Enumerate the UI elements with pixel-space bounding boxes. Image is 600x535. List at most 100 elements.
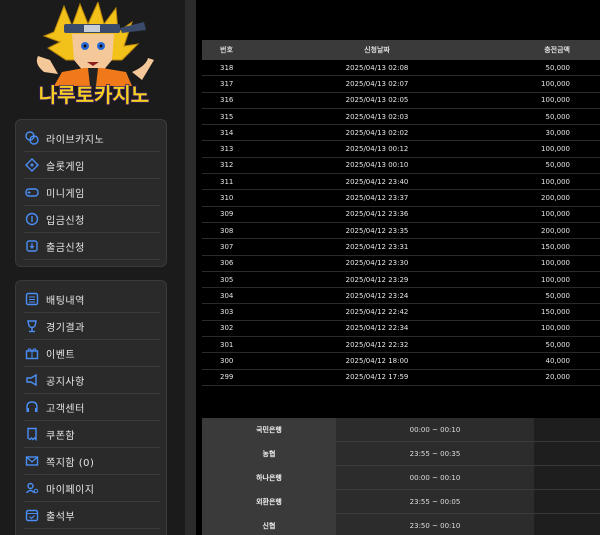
menu-item-list[interactable]: 배팅내역 <box>24 286 160 313</box>
cell-date: 2025/04/12 23:40 <box>345 177 409 186</box>
cell-amount: 30,000 <box>545 128 571 137</box>
cell-number: 317 <box>220 79 234 88</box>
table-row: 306 2025/04/12 23:30 100,000 <box>202 256 600 272</box>
bank-maintenance-time: 23:55 ~ 00:35 <box>336 442 534 465</box>
table-row: 303 2025/04/12 22:42 150,000 <box>202 304 600 321</box>
cell-amount: 50,000 <box>545 112 571 121</box>
gamepad-icon <box>24 184 40 200</box>
bank-name: 농협 <box>202 442 336 465</box>
cell-number: 303 <box>220 308 234 317</box>
menu-item-trophy[interactable]: 경기결과 <box>24 313 160 340</box>
table-row: 318 2025/04/13 02:08 50,000 <box>202 60 600 77</box>
menu-item-label: 이벤트 <box>46 349 76 361</box>
cell-date: 2025/04/13 02:03 <box>345 112 409 121</box>
menu-item-label: 입금신청 <box>46 215 85 227</box>
cell-number: 309 <box>220 210 234 219</box>
megaphone-icon <box>24 372 40 388</box>
table-row: 299 2025/04/12 17:59 20,000 <box>202 370 600 386</box>
cell-amount: 150,000 <box>541 242 570 251</box>
cell-number: 315 <box>220 112 234 121</box>
table-body: 318 2025/04/13 02:08 50,000 317 2025/04/13 0… <box>202 60 600 386</box>
cell-date: 2025/04/13 00:12 <box>345 145 409 154</box>
cell-amount: 100,000 <box>541 177 570 186</box>
table-row: 309 2025/04/12 23:36 100,000 <box>202 207 600 223</box>
table-row: 300 2025/04/12 18:00 40,000 <box>202 353 600 370</box>
cell-date: 2025/04/12 23:30 <box>345 259 409 268</box>
mail-icon <box>24 453 40 469</box>
table-row: 316 2025/04/13 02:05 100,000 <box>202 93 600 109</box>
cell-number: 318 <box>220 63 234 72</box>
cell-date: 2025/04/13 02:02 <box>345 128 409 137</box>
slot-icon <box>24 157 40 173</box>
menu-item-mail[interactable]: 쪽지함 (0) <box>24 448 160 475</box>
cell-date: 2025/04/12 23:31 <box>345 242 409 251</box>
menu-item-casino-chip[interactable]: 라이브카지노 <box>24 125 160 152</box>
cell-date: 2025/04/13 00:10 <box>345 161 409 170</box>
coupon-icon <box>24 426 40 442</box>
withdraw-icon <box>24 238 40 254</box>
cell-amount: 150,000 <box>541 308 570 317</box>
cell-number: 301 <box>220 340 234 349</box>
deposit-history-table: 번호 신청날짜 충전금액 318 2025/04/13 02:08 50,000 31… <box>202 40 600 386</box>
cell-number: 313 <box>220 145 234 154</box>
bank-row: 국민은행 00:00 ~ 00:10 <box>202 418 600 442</box>
menu-item-headset[interactable]: 고객센터 <box>24 394 160 421</box>
cell-amount: 50,000 <box>545 340 571 349</box>
bank-extra-cell <box>534 418 600 441</box>
cell-number: 311 <box>220 177 234 186</box>
bank-maintenance-table: 국민은행 00:00 ~ 00:10 농협 23:55 ~ 00:35 하나은행 00:0… <box>202 418 600 535</box>
menu-item-calendar[interactable]: 출석부 <box>24 502 160 529</box>
bank-name: 신협 <box>202 514 336 535</box>
cell-amount: 100,000 <box>541 145 570 154</box>
cell-amount: 100,000 <box>541 259 570 268</box>
cell-number: 316 <box>220 96 234 105</box>
menu-item-label: 쿠폰함 <box>46 430 76 442</box>
menu-item-deposit[interactable]: 입금신청 <box>24 206 160 233</box>
menu-item-label: 슬롯게임 <box>46 161 85 173</box>
bank-maintenance-time: 23:55 ~ 00:05 <box>336 490 534 513</box>
cell-number: 299 <box>220 373 234 382</box>
menu-item-megaphone[interactable]: 공지사항 <box>24 367 160 394</box>
site-logo[interactable]: 나루토카지노 <box>14 0 174 110</box>
cell-amount: 100,000 <box>541 96 570 105</box>
bank-name: 하나은행 <box>202 466 336 489</box>
cell-number: 307 <box>220 242 234 251</box>
menu-item-slot[interactable]: 슬롯게임 <box>24 152 160 179</box>
cell-number: 302 <box>220 324 234 333</box>
menu-item-gift[interactable]: 이벤트 <box>24 340 160 367</box>
ninja-mascot-icon: 나루토카지노 <box>36 0 154 108</box>
table-row: 307 2025/04/12 23:31 150,000 <box>202 239 600 256</box>
menu-item-user[interactable]: 마이페이지 <box>24 475 160 502</box>
bank-extra-cell <box>534 490 600 513</box>
cell-number: 300 <box>220 356 234 365</box>
cell-date: 2025/04/12 17:59 <box>345 373 409 382</box>
table-row: 311 2025/04/12 23:40 100,000 <box>202 174 600 191</box>
cell-date: 2025/04/12 23:35 <box>345 226 409 235</box>
menu-item-label: 경기결과 <box>46 322 85 334</box>
table-row: 315 2025/04/13 02:03 50,000 <box>202 109 600 126</box>
cell-amount: 50,000 <box>545 63 571 72</box>
list-icon <box>24 291 40 307</box>
menu-item-withdraw[interactable]: 출금신청 <box>24 233 160 260</box>
cell-number: 308 <box>220 226 234 235</box>
bank-row: 신협 23:50 ~ 00:10 <box>202 514 600 535</box>
cell-amount: 100,000 <box>541 79 570 88</box>
menu-item-label: 라이브카지노 <box>46 134 105 146</box>
table-row: 314 2025/04/13 02:02 30,000 <box>202 125 600 142</box>
user-icon <box>24 480 40 496</box>
cell-date: 2025/04/12 23:36 <box>345 210 409 219</box>
cell-amount: 50,000 <box>545 161 571 170</box>
menu-item-coupon[interactable]: 쿠폰함 <box>24 421 160 448</box>
header-date: 신청날짜 <box>364 46 390 54</box>
sidebar-divider <box>185 0 196 535</box>
menu-item-label: 공지사항 <box>46 376 85 388</box>
cell-amount: 200,000 <box>541 226 570 235</box>
casino-chip-icon <box>24 130 40 146</box>
menu-item-label: 배팅내역 <box>46 295 85 307</box>
cell-amount: 100,000 <box>541 324 570 333</box>
cell-date: 2025/04/12 23:24 <box>345 291 409 300</box>
bank-extra-cell <box>534 466 600 489</box>
bank-row: 하나은행 00:00 ~ 00:10 <box>202 466 600 490</box>
menu-item-gamepad[interactable]: 미니게임 <box>24 179 160 206</box>
bank-extra-cell <box>534 514 600 535</box>
